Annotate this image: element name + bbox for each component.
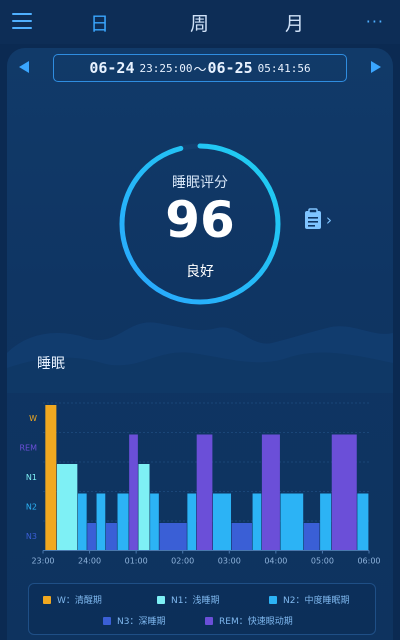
sleep-stage-bar — [45, 405, 57, 551]
x-tick-label: 24:00 — [78, 557, 101, 566]
end-time: 05:41:56 — [257, 61, 311, 75]
legend-label-w: W：清醒期 — [57, 596, 102, 606]
legend-swatch-n3 — [103, 616, 111, 625]
x-tick-label: 03:00 — [218, 557, 241, 566]
legend-swatch-w — [43, 595, 51, 604]
sleep-stage-chart: W REM N1 N2 N3 23:00 24:00 01:00 02:00 03:00 04:00… — [19, 402, 381, 566]
sleep-stage-bar — [331, 434, 357, 551]
y-tick-label: W — [29, 414, 37, 423]
legend-swatch-n1 — [157, 595, 165, 604]
score-label: 睡眠评分 — [172, 175, 228, 191]
legend-item-rem: REM：快速眼动期 — [205, 614, 293, 627]
score-grade: 良好 — [186, 264, 214, 280]
legend-swatch-rem — [205, 616, 213, 625]
hamburger-menu-icon[interactable] — [12, 13, 32, 29]
sleep-stage-bar — [187, 493, 197, 551]
y-tick-label: N1 — [26, 473, 37, 482]
sleep-stage-bar — [357, 493, 369, 551]
sleep-stage-bar — [320, 493, 332, 551]
x-tick-label: 23:00 — [31, 557, 54, 566]
range-separator: 〜 — [193, 62, 207, 78]
tab-month[interactable]: 月 — [285, 9, 304, 36]
sleep-stage-bar — [231, 523, 252, 551]
sleep-stage-bar — [159, 523, 187, 551]
report-chevron-icon[interactable]: › — [326, 211, 332, 229]
tab-day[interactable]: 日 — [90, 9, 109, 36]
sleep-stage-bar — [261, 434, 280, 551]
sleep-stage-bar — [129, 434, 138, 551]
legend-swatch-n2 — [269, 595, 277, 604]
y-tick-label: N3 — [26, 532, 37, 541]
sleep-stage-bar — [117, 493, 129, 551]
sleep-stage-bar — [87, 523, 96, 551]
sleep-stage-bar — [105, 523, 117, 551]
sleep-stage-bar — [77, 493, 87, 551]
sleep-stage-bar — [96, 493, 106, 551]
sleep-stage-bar — [138, 464, 150, 551]
tab-week[interactable]: 周 — [190, 9, 209, 36]
previous-day-arrow-icon[interactable] — [19, 61, 29, 73]
x-tick-label: 06:00 — [357, 557, 380, 566]
y-tick-label: REM — [19, 443, 37, 452]
legend-label-n3: N3：深睡期 — [117, 617, 166, 627]
sleep-stage-bar — [196, 434, 213, 551]
top-bar: 日 周 月 ··· — [0, 0, 400, 44]
sleep-stage-bar — [150, 493, 159, 551]
x-tick-label: 04:00 — [264, 557, 287, 566]
next-day-arrow-icon[interactable] — [371, 61, 381, 73]
legend-item-w: W：清醒期 — [43, 593, 102, 606]
x-tick-label: 01:00 — [125, 557, 148, 566]
sleep-stage-bar — [303, 523, 320, 551]
sleep-stage-bar — [252, 493, 262, 551]
y-tick-label: N2 — [26, 502, 37, 511]
legend-item-n1: N1：浅睡期 — [157, 593, 219, 606]
x-tick-label: 02:00 — [171, 557, 194, 566]
start-date: 06-24 — [89, 59, 135, 77]
legend-item-n2: N2：中度睡眠期 — [269, 593, 349, 606]
clipboard-icon[interactable] — [304, 208, 322, 230]
date-range: 06-24 23:25:00 〜 06-25 05:41:56 — [53, 54, 347, 82]
legend-label-n2: N2：中度睡眠期 — [283, 596, 350, 606]
end-date: 06-25 — [207, 59, 253, 77]
sleep-stage-bar — [56, 464, 78, 551]
sleep-stage-bar — [280, 493, 304, 551]
legend: W：清醒期 N1：浅睡期 N2：中度睡眠期 N3：深睡期 REM：快速眼动期 — [28, 583, 376, 635]
sleep-card: 06-24 23:25:00 〜 06-25 05:41:56 睡眠评分 96 … — [7, 48, 393, 640]
legend-label-n1: N1：浅睡期 — [171, 596, 220, 606]
x-tick-label: 05:00 — [311, 557, 334, 566]
score-value: 96 — [165, 191, 235, 249]
legend-item-n3: N3：深睡期 — [103, 614, 165, 627]
start-time: 23:25:00 — [139, 61, 193, 75]
legend-label-rem: REM：快速眼动期 — [219, 617, 293, 627]
sleep-stage-bar — [212, 493, 232, 551]
more-options-icon[interactable]: ··· — [366, 12, 384, 31]
sleep-section-title: 睡眠 — [37, 356, 65, 372]
